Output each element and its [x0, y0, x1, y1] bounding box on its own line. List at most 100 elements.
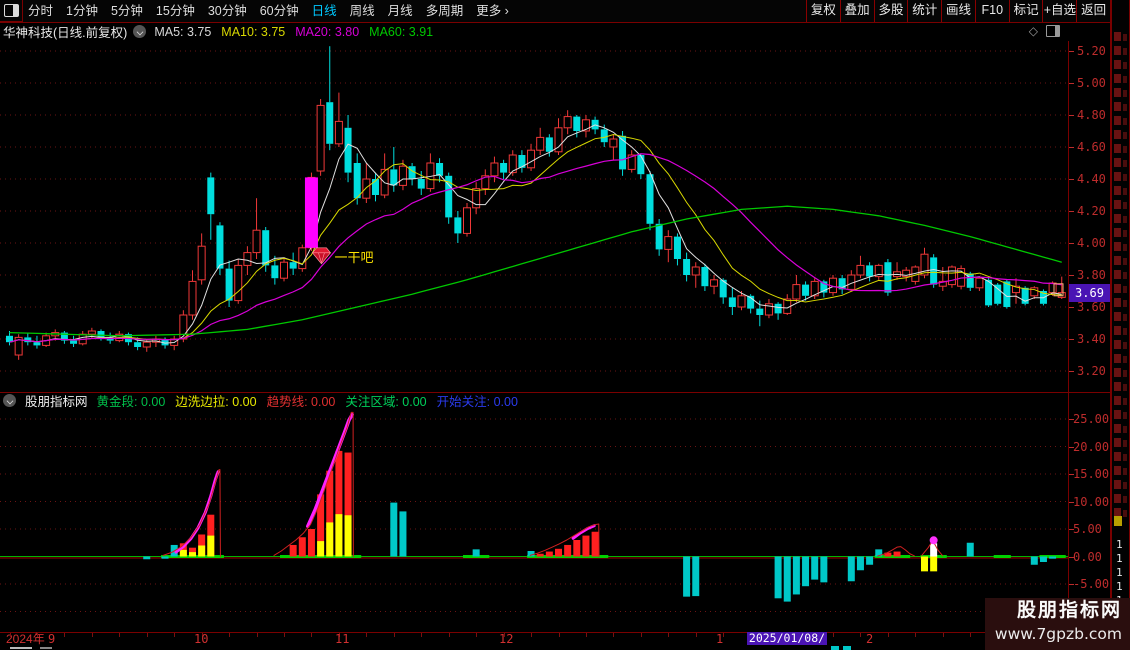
- chevron-down-icon[interactable]: [133, 25, 147, 38]
- indicator-histogram-chart[interactable]: [0, 392, 1068, 632]
- toolbar-button-统计[interactable]: 统计: [907, 0, 941, 22]
- histogram-bar: [179, 549, 187, 557]
- tab-日线[interactable]: 日线: [312, 0, 337, 22]
- date-tick: [91, 633, 93, 637]
- sidebar-glyph-fragment: [1123, 328, 1127, 335]
- candle-down: [390, 169, 398, 186]
- sidebar-glyph-fragment: [1123, 370, 1127, 377]
- price-axis-label: 5.00: [1077, 76, 1106, 90]
- sidebar-glyph-fragment: [1114, 494, 1121, 503]
- toolbar-button-叠加[interactable]: 叠加: [839, 0, 874, 22]
- histogram-bar: [564, 544, 572, 557]
- period-tabs: 分时 1分钟 5分钟 15分钟 30分钟 60分钟 日线 周线 月线 多周期 更多 ›: [28, 0, 509, 22]
- sidebar-glyph-fragment: [1123, 314, 1127, 321]
- month-label: 9: [48, 632, 56, 646]
- histogram-bar: [811, 556, 819, 580]
- candle-up: [362, 178, 371, 199]
- histogram-bar: [692, 556, 700, 597]
- panel-layout-icon[interactable]: [1046, 25, 1060, 37]
- price-axis-label: 4.60: [1077, 140, 1106, 154]
- toolbar-button-F10[interactable]: F10: [974, 0, 1009, 22]
- toolbar-button-返回[interactable]: 返回: [1076, 0, 1110, 22]
- axis-tick: [1069, 307, 1074, 308]
- toolbar-button-+自选[interactable]: +自选: [1042, 0, 1076, 22]
- candle-down: [884, 262, 892, 293]
- panel-split-icon: [4, 4, 19, 17]
- tab-1分钟[interactable]: 1分钟: [66, 0, 98, 22]
- candle-up: [947, 266, 956, 286]
- layout-toggle-button[interactable]: [0, 0, 23, 22]
- axis-tick: [1069, 243, 1074, 244]
- candle-down: [774, 303, 782, 314]
- candle-down: [683, 259, 691, 275]
- tab-更多 ›[interactable]: 更多 ›: [476, 0, 509, 22]
- indicator-axis-label: 20.00: [1073, 439, 1110, 454]
- tab-周线[interactable]: 周线: [350, 0, 375, 22]
- candle-down: [33, 342, 41, 346]
- price-axis-label: 4.80: [1077, 108, 1106, 122]
- tab-多周期[interactable]: 多周期: [426, 0, 464, 22]
- sidebar-glyph-fragment: [1114, 256, 1121, 265]
- candle-up: [316, 104, 325, 172]
- candle-up: [975, 277, 984, 289]
- month-label: 2: [866, 632, 874, 646]
- sidebar-glyph-fragment: [1123, 510, 1127, 517]
- histogram-bar: [198, 545, 206, 557]
- diamond-icon[interactable]: ◇: [1029, 24, 1038, 38]
- histogram-bar: [207, 535, 215, 557]
- candle-down: [655, 223, 663, 250]
- date-tick: [256, 633, 258, 637]
- month-label: 12: [499, 632, 514, 646]
- candle-up: [234, 264, 243, 302]
- right-sidebar-clipped[interactable]: 111111: [1111, 0, 1130, 650]
- watermark: 股朋指标网 www.7gpzb.com: [985, 598, 1130, 650]
- sidebar-glyph-fragment: [1114, 396, 1121, 405]
- tab-30分钟[interactable]: 30分钟: [208, 0, 247, 22]
- month-label: 11: [335, 632, 350, 646]
- histogram-bar: [317, 541, 325, 557]
- candle-up: [737, 295, 746, 308]
- histogram-bar: [856, 556, 864, 571]
- sidebar-glyph-fragment: [1123, 258, 1127, 265]
- tab-15分钟[interactable]: 15分钟: [156, 0, 195, 22]
- main-candlestick-chart[interactable]: 一干吧: [0, 41, 1068, 392]
- axis-tick: [1069, 211, 1074, 212]
- price-axis-label: 3.40: [1077, 332, 1106, 346]
- histogram-bar: [1030, 556, 1038, 565]
- date-tick: [531, 633, 533, 637]
- clipped-histogram-bar: [843, 646, 851, 650]
- sidebar-glyph-fragment: [1114, 200, 1121, 209]
- histogram-bar: [1049, 556, 1057, 559]
- candle-down: [673, 236, 681, 259]
- sidebar-glyph-fragment: [1114, 438, 1121, 447]
- toolbar-button-画线[interactable]: 画线: [941, 0, 975, 22]
- tab-5分钟[interactable]: 5分钟: [111, 0, 143, 22]
- sidebar-glyph-fragment: [1123, 48, 1127, 55]
- histogram-bar: [683, 556, 691, 597]
- candle-down: [225, 268, 233, 301]
- toolbar-button-多股[interactable]: 多股: [873, 0, 908, 22]
- sidebar-glyph-fragment: [1123, 230, 1127, 237]
- sidebar-glyph-fragment: [1114, 284, 1121, 293]
- sidebar-glyph-fragment: [1114, 102, 1121, 111]
- ma-legend: MA5: 3.75 MA10: 3.75 MA20: 3.80 MA60: 3.91: [154, 25, 433, 39]
- date-tick: [887, 633, 889, 637]
- date-tick: [9, 633, 11, 637]
- sidebar-glyph-fragment: [1114, 228, 1121, 237]
- toolbar-button-标记[interactable]: 标记: [1008, 0, 1043, 22]
- sidebar-glyph-fragment: [1114, 452, 1121, 461]
- tab-月线[interactable]: 月线: [388, 0, 413, 22]
- sidebar-glyph-fragment: [1123, 286, 1127, 293]
- sidebar-glyph-fragment: [1123, 202, 1127, 209]
- tab-分时[interactable]: 分时: [28, 0, 53, 22]
- date-tick: [119, 633, 121, 637]
- toolbar-button-复权[interactable]: 复权: [806, 0, 840, 22]
- axis-border: [1068, 41, 1069, 645]
- sidebar-glyph-fragment: [1114, 116, 1121, 125]
- sidebar-glyph-fragment: [1123, 118, 1127, 125]
- indicator-axis-label: 15.00: [1073, 467, 1110, 481]
- date-tick: [833, 633, 834, 637]
- candle-up: [280, 261, 288, 279]
- tab-60分钟[interactable]: 60分钟: [260, 0, 299, 22]
- sidebar-glyph-fragment: [1123, 426, 1127, 433]
